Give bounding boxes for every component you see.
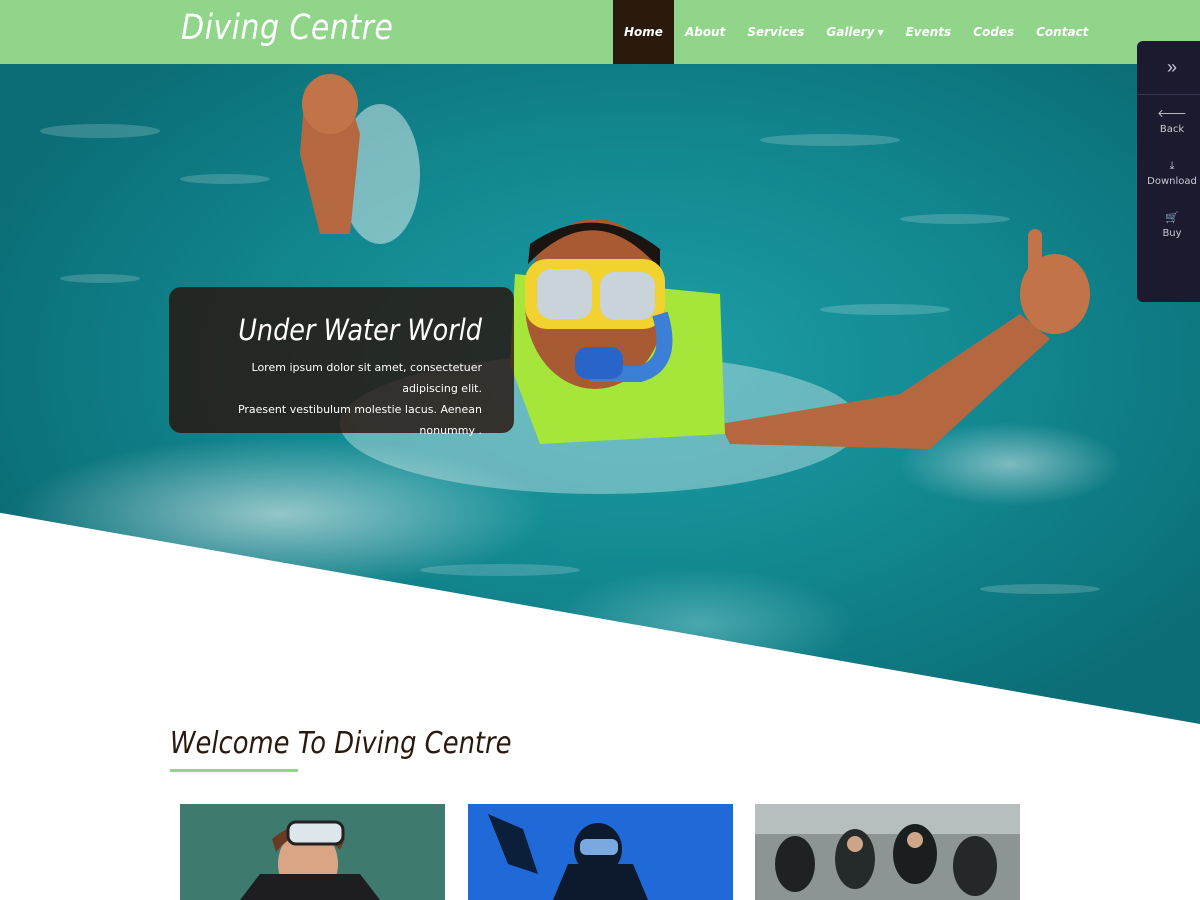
nav-item-contact[interactable]: Contact bbox=[1025, 0, 1099, 64]
buy-label: Buy bbox=[1162, 227, 1182, 239]
nav-item-events[interactable]: Events bbox=[895, 0, 963, 64]
heading-underline bbox=[170, 769, 298, 772]
divers-photo bbox=[755, 804, 1020, 900]
gallery-image-divers-on-boat[interactable] bbox=[755, 804, 1020, 900]
buy-button[interactable]: 🛒 Buy bbox=[1137, 199, 1200, 251]
arrow-left-icon: 🡐 bbox=[1157, 107, 1187, 120]
nav-label: About bbox=[684, 25, 726, 39]
gallery-image-underwater-diver[interactable] bbox=[468, 804, 733, 900]
back-button[interactable]: 🡐 Back bbox=[1137, 95, 1200, 147]
diver-photo bbox=[468, 804, 733, 900]
download-label: Download bbox=[1147, 175, 1197, 187]
download-button[interactable]: ⤓ Download bbox=[1137, 147, 1200, 199]
hero-banner: Under Water World Lorem ipsum dolor sit … bbox=[0, 64, 1200, 724]
caret-down-icon: ▼ bbox=[877, 27, 884, 37]
nav-item-services[interactable]: Services bbox=[736, 0, 815, 64]
nav-label: Codes bbox=[973, 25, 1015, 39]
main-nav: Home About Services Gallery ▼ Events Code… bbox=[613, 0, 1099, 64]
hero-caption: Under Water World Lorem ipsum dolor sit … bbox=[169, 287, 514, 437]
back-label: Back bbox=[1159, 123, 1185, 135]
hero-description: Lorem ipsum dolor sit amet, consectetuer… bbox=[201, 357, 482, 441]
welcome-heading: Welcome To Diving Centre bbox=[170, 726, 512, 761]
site-logo[interactable]: Diving Centre bbox=[181, 8, 393, 48]
nav-item-gallery[interactable]: Gallery ▼ bbox=[815, 0, 894, 64]
nav-item-codes[interactable]: Codes bbox=[962, 0, 1025, 64]
cart-icon: 🛒 bbox=[1165, 211, 1179, 224]
nav-item-about[interactable]: About bbox=[674, 0, 736, 64]
nav-label: Gallery bbox=[826, 25, 875, 39]
download-icon: ⤓ bbox=[1169, 159, 1175, 172]
nav-label: Services bbox=[747, 25, 805, 39]
nav-label: Home bbox=[624, 25, 663, 39]
gallery-image-diver-smiling[interactable] bbox=[180, 804, 445, 900]
side-panel: » 🡐 Back ⤓ Download 🛒 Buy bbox=[1137, 41, 1200, 302]
nav-label: Events bbox=[905, 25, 952, 39]
site-header: Diving Centre Home About Services Galler… bbox=[0, 0, 1200, 64]
nav-label: Contact bbox=[1036, 25, 1089, 39]
hero-text-line: Praesent vestibulum molestie lacus. Aene… bbox=[237, 403, 482, 437]
diver-photo bbox=[180, 804, 445, 900]
double-chevron-right-icon[interactable]: » bbox=[1137, 41, 1200, 95]
hero-title: Under Water World bbox=[238, 313, 482, 347]
nav-item-home[interactable]: Home bbox=[613, 0, 674, 64]
hero-text-line: Lorem ipsum dolor sit amet, consectetuer… bbox=[251, 361, 482, 395]
